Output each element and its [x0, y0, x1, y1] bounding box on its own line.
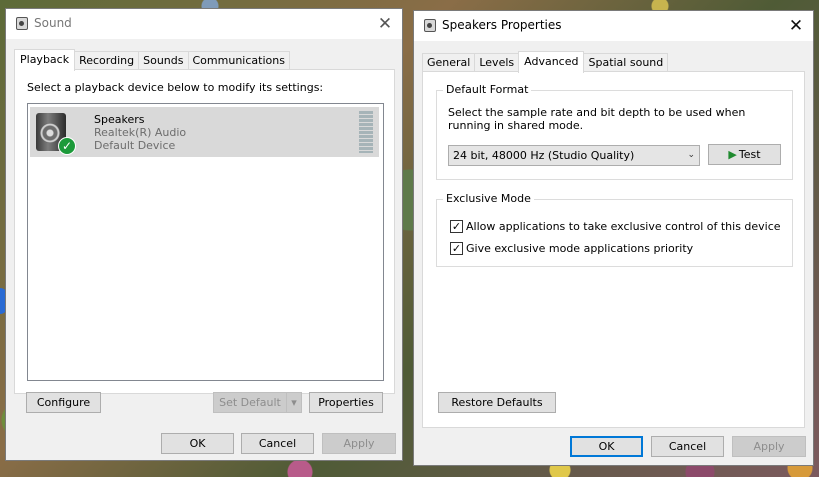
device-item-speakers[interactable]: ✓ Speakers Realtek(R) Audio Default Devi… [30, 107, 379, 157]
device-name: Speakers [94, 113, 145, 126]
sample-rate-select[interactable]: 24 bit, 48000 Hz (Studio Quality) ⌄ [448, 145, 700, 166]
sound-cancel-button[interactable]: Cancel [241, 433, 314, 454]
speaker-icon [16, 17, 28, 30]
priority-checkbox[interactable]: ✓ [450, 242, 463, 255]
test-label: Test [738, 148, 761, 161]
speaker-icon [424, 19, 436, 32]
playback-instruction: Select a playback device below to modify… [27, 81, 324, 94]
props-cancel-button[interactable]: Cancel [651, 436, 724, 457]
tab-spatial-sound[interactable]: Spatial sound [583, 53, 669, 72]
sound-dialog: Sound ✕ Playback Recording Sounds Commun… [5, 8, 403, 461]
test-button[interactable]: ▶ Test [708, 144, 781, 165]
default-format-description: Select the sample rate and bit depth to … [448, 106, 746, 132]
checkmark-icon: ✓ [451, 220, 462, 233]
props-title: Speakers Properties [442, 18, 562, 32]
sound-title: Sound [34, 16, 72, 30]
tab-recording[interactable]: Recording [74, 51, 140, 70]
props-ok-button[interactable]: OK [570, 436, 643, 457]
speakers-properties-dialog: Speakers Properties ✕ General Levels Adv… [413, 10, 814, 466]
tab-advanced[interactable]: Advanced [518, 51, 585, 73]
device-text: Speakers Realtek(R) Audio Default Device [94, 113, 186, 152]
checkmark-icon: ✓ [451, 242, 462, 255]
configure-button-visible[interactable]: Configure [26, 392, 101, 413]
volume-meter [359, 111, 373, 153]
exclusive-mode-group: Exclusive Mode ✓ Allow applications to t… [436, 192, 793, 267]
priority-label[interactable]: Give exclusive mode applications priorit… [466, 242, 693, 255]
close-icon[interactable]: ✕ [785, 15, 807, 37]
tab-playback[interactable]: Playback [14, 49, 76, 71]
set-default-button: Set Default [213, 392, 287, 413]
chevron-down-icon: ⌄ [687, 150, 695, 160]
restore-defaults-button[interactable]: Restore Defaults [438, 392, 556, 413]
default-format-group: Default Format Select the sample rate an… [436, 83, 793, 180]
sound-apply-button: Apply [322, 433, 396, 454]
sample-rate-value: 24 bit, 48000 Hz (Studio Quality) [453, 149, 635, 162]
props-titlebar[interactable]: Speakers Properties ✕ [414, 11, 813, 41]
playback-panel: Select a playback device below to modify… [14, 69, 395, 394]
device-list[interactable]: ✓ Speakers Realtek(R) Audio Default Devi… [27, 103, 384, 381]
advanced-panel: Default Format Select the sample rate an… [422, 71, 805, 428]
allow-exclusive-label[interactable]: Allow applications to take exclusive con… [466, 220, 781, 233]
set-default-dropdown: ▾ [286, 392, 302, 413]
allow-exclusive-checkbox[interactable]: ✓ [450, 220, 463, 233]
device-driver: Realtek(R) Audio [94, 126, 187, 139]
chevron-down-icon: ▾ [291, 396, 297, 409]
checkmark-icon: ✓ [58, 137, 76, 155]
device-status: Default Device [94, 139, 176, 152]
properties-button[interactable]: Properties [309, 392, 383, 413]
sound-ok-button[interactable]: OK [161, 433, 234, 454]
tab-general[interactable]: General [422, 53, 476, 72]
props-apply-button: Apply [732, 436, 806, 457]
play-icon: ▶ [728, 148, 737, 161]
props-tabs: General Levels Advanced Spatial sound [422, 50, 669, 73]
tab-sounds[interactable]: Sounds [138, 51, 189, 70]
sound-tabs: Playback Recording Sounds Communications [14, 48, 290, 71]
tab-levels[interactable]: Levels [474, 53, 520, 72]
tab-communications[interactable]: Communications [187, 51, 290, 70]
sound-titlebar[interactable]: Sound ✕ [6, 9, 402, 39]
close-icon[interactable]: ✕ [374, 13, 396, 35]
default-format-label: Default Format [443, 83, 532, 96]
exclusive-mode-label: Exclusive Mode [443, 192, 534, 205]
